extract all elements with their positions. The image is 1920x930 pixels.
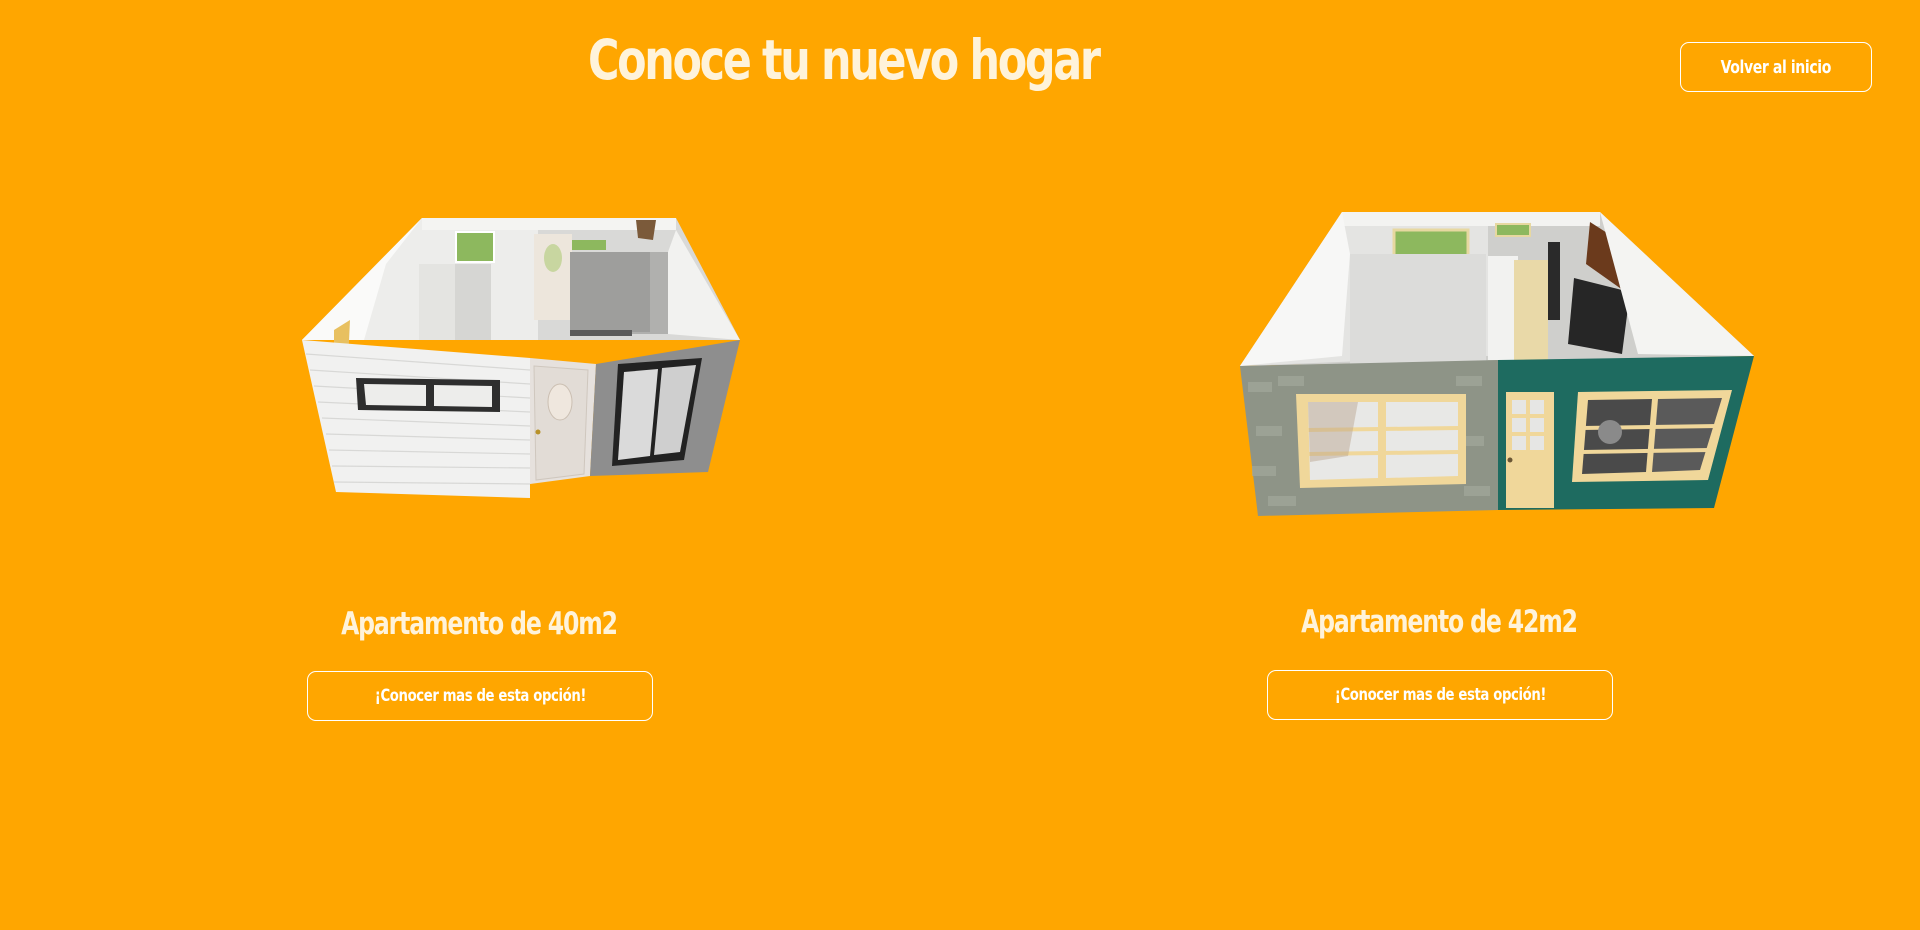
option-title-42m2: Apartamento de 42m2 [1301,604,1578,640]
option-title-40m2: Apartamento de 40m2 [341,606,618,642]
learn-more-42m2-button[interactable]: ¡Conocer mas de esta opción! [1267,670,1613,720]
apartment-40m2-image [302,218,740,498]
page: Conoce tu nuevo hogar Volver al inicio A… [0,0,1920,930]
apartment-42m2-image [1240,212,1754,516]
learn-more-40m2-button[interactable]: ¡Conocer mas de esta opción! [307,671,653,721]
page-title: Conoce tu nuevo hogar [588,28,1101,92]
back-to-home-button[interactable]: Volver al inicio [1680,42,1872,92]
learn-more-42m2-label: ¡Conocer mas de esta opción! [1334,685,1546,705]
learn-more-40m2-label: ¡Conocer mas de esta opción! [374,686,586,706]
back-to-home-label: Volver al inicio [1720,56,1832,78]
